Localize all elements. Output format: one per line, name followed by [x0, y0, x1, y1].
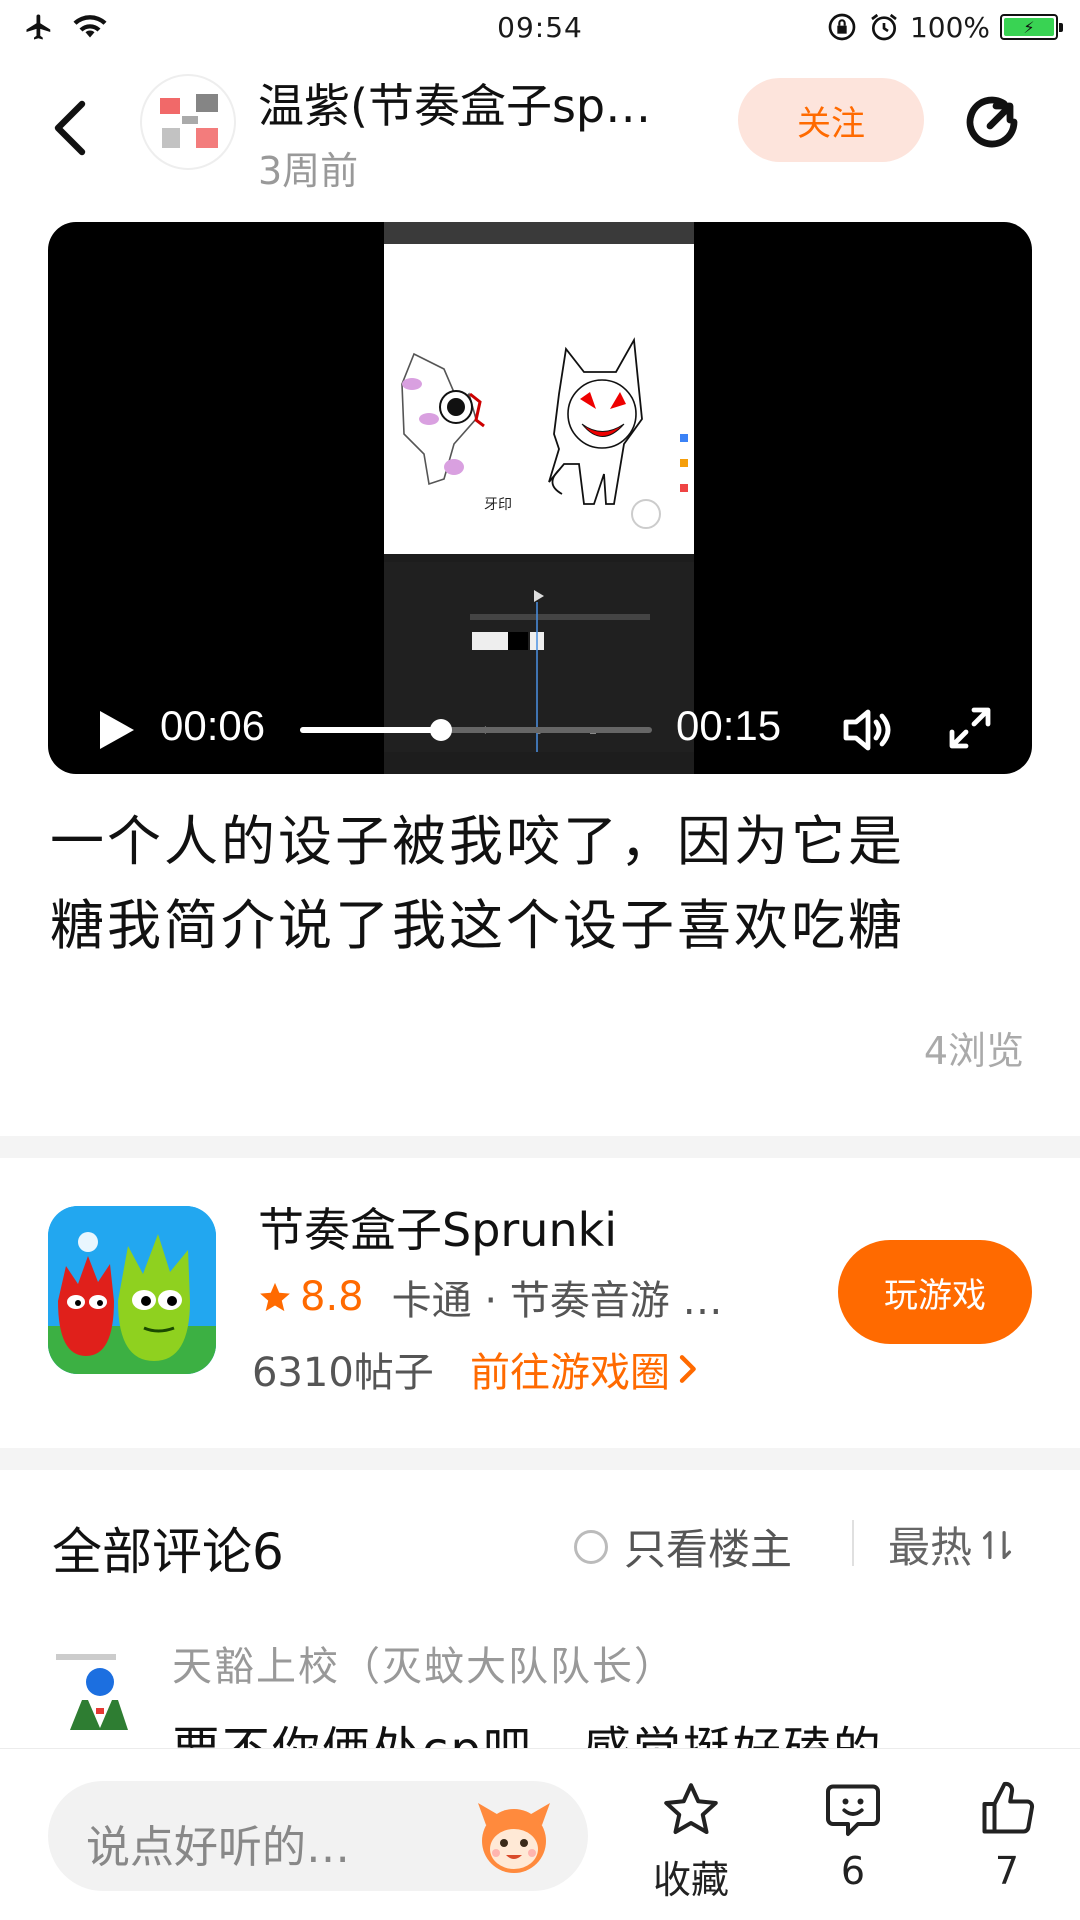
author-name[interactable]: 温紫(节奏盒子sp…	[258, 70, 738, 136]
follow-button[interactable]: 关注	[738, 78, 924, 162]
post-header: 温紫(节奏盒子sp… 3周前 关注	[0, 62, 1080, 193]
wifi-icon	[73, 15, 107, 38]
radio-icon[interactable]	[574, 1529, 608, 1564]
video-controls: 00:06 00:15	[48, 684, 1032, 774]
comment-item[interactable]: 天豁上校（灭蚊大队队长） 要不你俩处cp吧，感觉挺好磕的	[0, 1634, 1080, 1754]
commenter-name[interactable]: 天豁上校（灭蚊大队队长）	[172, 1634, 676, 1692]
video-player[interactable]: 牙印 00:06 00:15	[48, 222, 1032, 774]
bottom-action-bar: 说点好听的… 收藏 6 7	[0, 1748, 1080, 1920]
game-title[interactable]: 节奏盒子Sprunki	[258, 1194, 617, 1260]
owner-only-toggle[interactable]: 只看楼主	[574, 1516, 792, 1577]
frame-caption: 牙印	[484, 497, 512, 513]
comment-count: 6	[840, 1849, 866, 1893]
post-text-line: 糖我简介说了我这个设子喜欢吃糖	[50, 894, 905, 957]
view-count: 4浏览	[923, 1029, 1024, 1073]
thumbs-up-icon	[982, 1781, 1035, 1834]
sort-icon	[982, 1530, 1012, 1559]
airplane-icon	[26, 14, 51, 40]
section-divider	[0, 1448, 1080, 1470]
commenter-avatar[interactable]	[52, 1650, 138, 1736]
comment-input-placeholder: 说点好听的…	[86, 1822, 350, 1873]
post-text-line: 一个人的设子被我咬了，因为它是	[50, 810, 905, 873]
game-tags: 卡通 · 节奏音游 …	[391, 1278, 723, 1324]
play-game-button[interactable]: 玩游戏	[838, 1240, 1032, 1344]
game-card[interactable]: 节奏盒子Sprunki 8.8 卡通 · 节奏音游 … 6310帖子 前往游戏圈…	[0, 1158, 1080, 1448]
game-meta: 8.8 卡通 · 节奏音游 …	[258, 1268, 798, 1326]
sort-button[interactable]: 最热	[888, 1514, 1012, 1575]
star-icon	[260, 1282, 290, 1312]
progress-fill	[300, 727, 441, 733]
video-progress-bar[interactable]	[300, 719, 652, 741]
game-icon[interactable]	[48, 1206, 216, 1374]
back-icon[interactable]	[48, 100, 92, 156]
total-time: 00:15	[676, 702, 782, 749]
alarm-icon	[871, 13, 897, 41]
battery-icon: ⚡	[1000, 14, 1063, 40]
share-icon[interactable]	[962, 90, 1026, 154]
comments-title: 全部评论6	[52, 1523, 284, 1581]
status-time: 09:54	[497, 10, 583, 44]
current-time: 00:06	[160, 702, 266, 749]
volume-icon[interactable]	[842, 706, 894, 754]
like-count: 7	[994, 1849, 1020, 1893]
comment-input[interactable]: 说点好听的…	[48, 1781, 588, 1891]
favorite-label: 收藏	[652, 1858, 729, 1902]
section-divider	[0, 1136, 1080, 1158]
comment-count-button[interactable]: 6	[798, 1779, 908, 1893]
game-post-count: 6310帖子	[252, 1350, 434, 1396]
status-bar: 09:54 100% ⚡	[0, 0, 1080, 54]
author-avatar[interactable]	[140, 74, 236, 170]
game-rating: 8.8	[300, 1274, 364, 1320]
comment-icon	[826, 1784, 880, 1836]
owner-only-label: 只看楼主	[624, 1525, 793, 1574]
progress-knob[interactable]	[429, 719, 452, 741]
divider	[852, 1520, 854, 1566]
lock-rotation-icon	[828, 13, 856, 41]
game-circle-link[interactable]: 前往游戏圈	[470, 1340, 698, 1398]
game-circle-link-label: 前往游戏圈	[470, 1350, 670, 1396]
star-outline-icon	[664, 1783, 718, 1834]
favorite-button[interactable]: 收藏	[636, 1779, 746, 1904]
sort-label: 最热	[888, 1523, 973, 1572]
battery-percent: 100%	[909, 10, 990, 44]
like-button[interactable]: 7	[952, 1779, 1062, 1893]
post-time: 3周前	[258, 149, 359, 193]
fullscreen-icon[interactable]	[948, 706, 992, 750]
mascot-emoji-icon[interactable]	[472, 1795, 556, 1879]
play-icon[interactable]	[96, 708, 136, 752]
post-content: 一个人的设子被我咬了，因为它是 糖我简介说了我这个设子喜欢吃糖	[50, 800, 1032, 968]
video-canvas: 牙印	[384, 244, 694, 554]
chevron-right-icon	[679, 1355, 696, 1383]
comments-header: 全部评论6 只看楼主 最热	[0, 1474, 1080, 1604]
